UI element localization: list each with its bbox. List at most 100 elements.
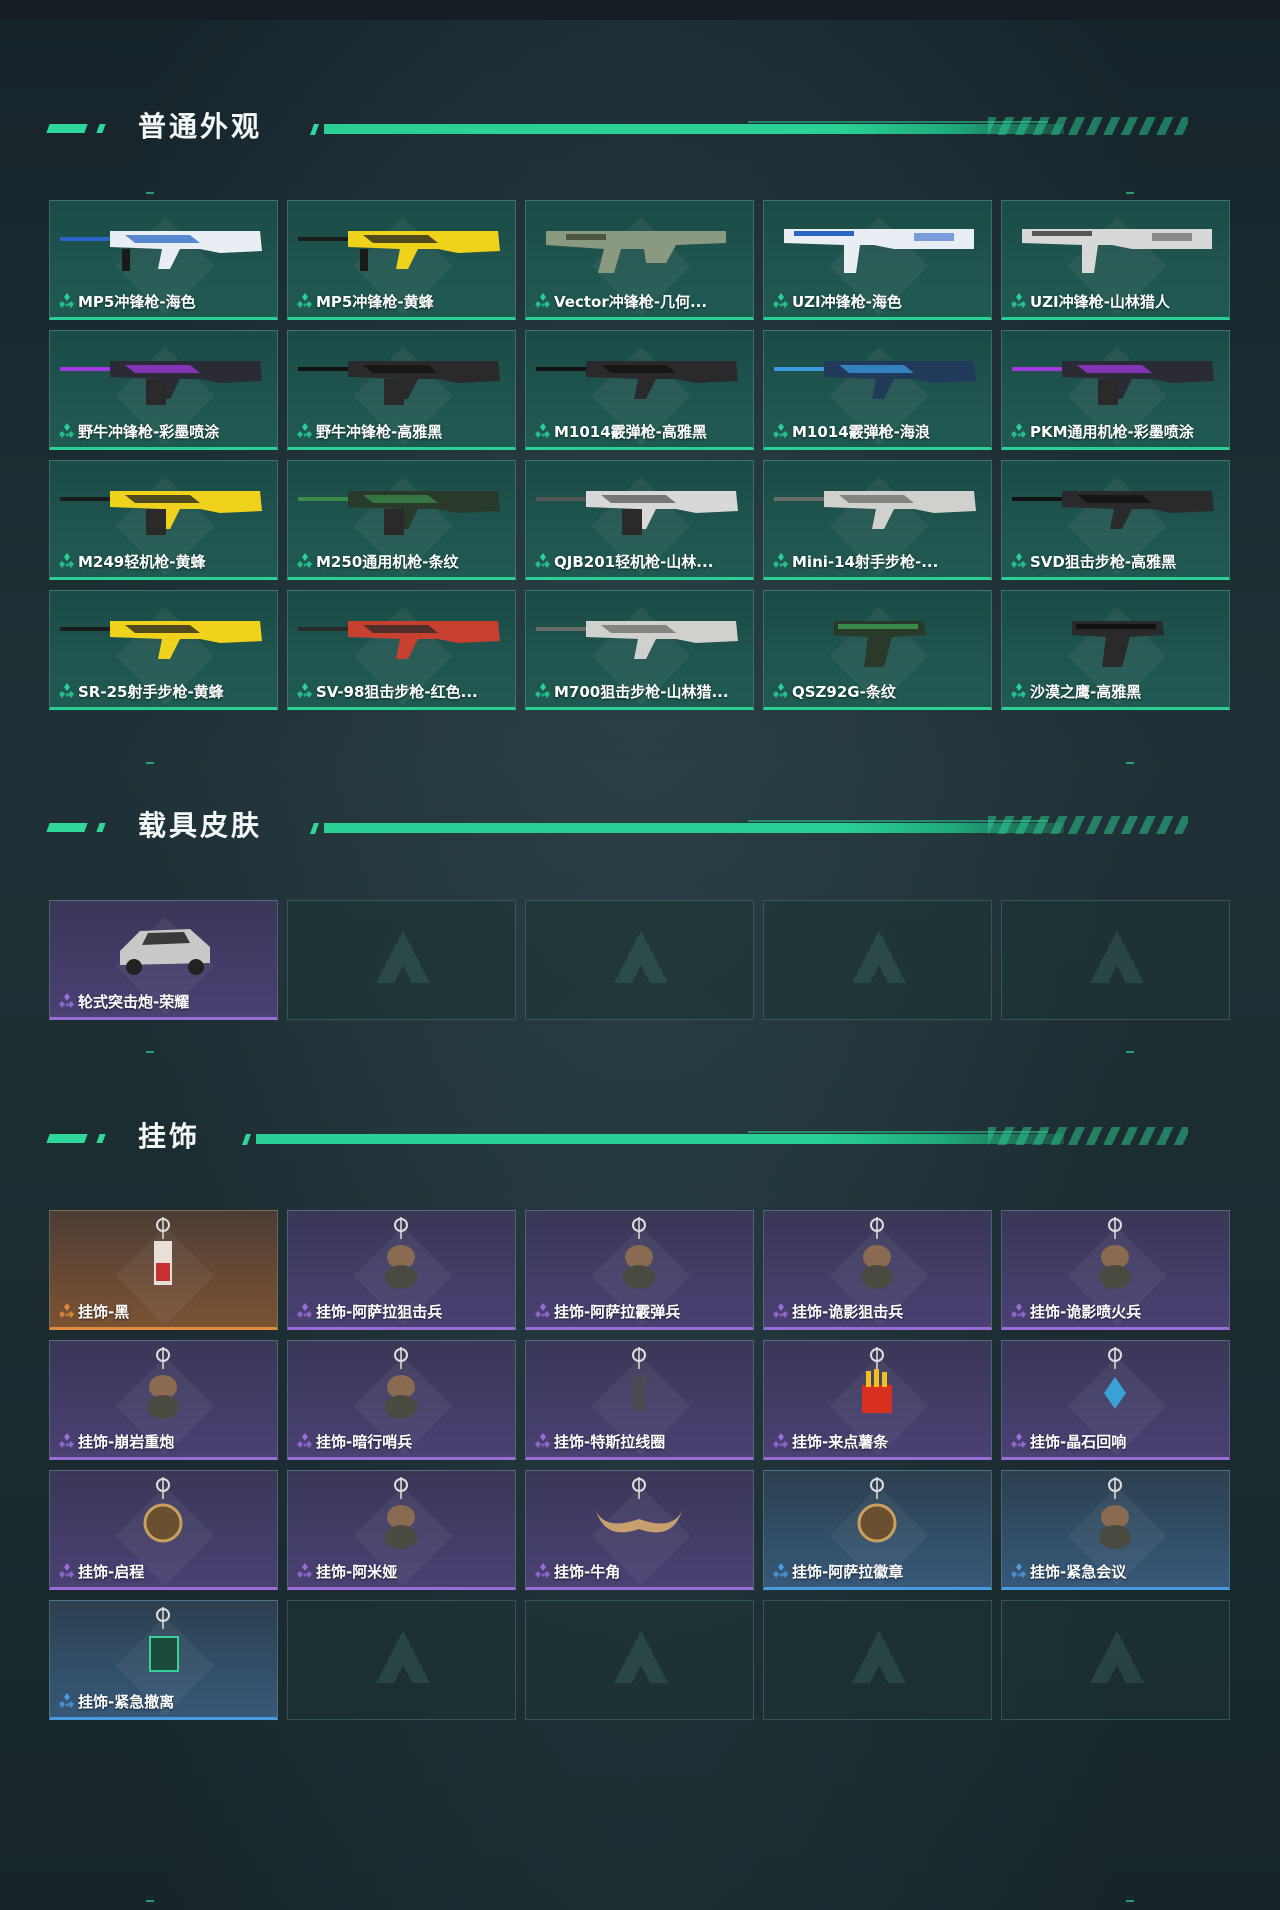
item-thumbnail <box>623 1217 655 1289</box>
header-line <box>324 124 1064 134</box>
header-deco <box>46 823 88 832</box>
skin-card[interactable]: 沙漠之鹰-高雅黑 <box>1001 590 1230 710</box>
skin-card[interactable]: UZI冲锋枪-海色 <box>763 200 992 320</box>
empty-slot <box>763 900 992 1020</box>
item-thumbnail <box>1012 491 1214 529</box>
vehicle-card[interactable]: 轮式突击炮-荣耀 <box>49 900 278 1020</box>
item-thumbnail <box>1072 621 1164 667</box>
skin-card[interactable]: QJB201轻机枪-山林... <box>525 460 754 580</box>
skin-card[interactable]: SVD狙击步枪-高雅黑 <box>1001 460 1230 580</box>
charm-card[interactable]: 挂饰-暗行哨兵 <box>287 1340 516 1460</box>
item-thumbnail <box>536 491 738 535</box>
charm-card[interactable]: 挂饰-特斯拉线圈 <box>525 1340 754 1460</box>
charm-card[interactable]: 挂饰-诡影喷火兵 <box>1001 1210 1230 1330</box>
card-label: 沙漠之鹰-高雅黑 <box>1030 682 1142 701</box>
skin-card[interactable]: Mini-14射手步枪-... <box>763 460 992 580</box>
charm-card[interactable]: 挂饰-阿萨拉霰弹兵 <box>525 1210 754 1330</box>
card-label-row: SVD狙击步枪-高雅黑 <box>1010 551 1176 571</box>
item-thumbnail <box>298 621 500 659</box>
charm-card[interactable]: 挂饰-晶石回响 <box>1001 1340 1230 1460</box>
charm-card[interactable]: 挂饰-启程 <box>49 1470 278 1590</box>
charm-card[interactable]: 挂饰-崩岩重炮 <box>49 1340 278 1460</box>
empty-slot <box>1001 1600 1230 1720</box>
card-label: UZI冲锋枪-海色 <box>792 292 902 311</box>
rarity-diamond-icon <box>773 683 788 698</box>
card-label-row: QSZ92G-条纹 <box>772 681 896 701</box>
skin-card[interactable]: 野牛冲锋枪-高雅黑 <box>287 330 516 450</box>
skin-card[interactable]: SR-25射手步枪-黄蜂 <box>49 590 278 710</box>
card-label: SV-98狙击步枪-红色... <box>316 682 478 701</box>
rarity-diamond-icon <box>59 1433 74 1448</box>
item-thumbnail <box>1099 1477 1131 1549</box>
empty-slot-logo-icon <box>376 931 430 983</box>
card-label-row: M1014霰弹枪-高雅黑 <box>534 421 707 441</box>
rarity-diamond-icon <box>773 1433 788 1448</box>
card-label: 挂饰-紧急撤离 <box>78 1692 175 1711</box>
card-label-row: 挂饰-阿萨拉狙击兵 <box>296 1301 442 1321</box>
rarity-diamond-icon <box>297 1303 312 1318</box>
card-label: 野牛冲锋枪-高雅黑 <box>316 422 443 441</box>
rarity-diamond-icon <box>1011 293 1026 308</box>
card-label: UZI冲锋枪-山林猎人 <box>1030 292 1170 311</box>
rarity-diamond-icon <box>1011 1303 1026 1318</box>
charm-card[interactable]: 挂饰-牛角 <box>525 1470 754 1590</box>
charm-card[interactable]: 挂饰-来点薯条 <box>763 1340 992 1460</box>
item-thumbnail <box>385 1477 417 1549</box>
item-thumbnail <box>1104 1347 1126 1409</box>
charm-card[interactable]: 挂饰-阿米娅 <box>287 1470 516 1590</box>
charm-card[interactable]: 挂饰-紧急会议 <box>1001 1470 1230 1590</box>
card-label: M1014霰弹枪-海浪 <box>792 422 930 441</box>
card-label-row: MP5冲锋枪-海色 <box>58 291 196 311</box>
skin-card[interactable]: M249轻机枪-黄蜂 <box>49 460 278 580</box>
card-label-row: Mini-14射手步枪-... <box>772 551 938 571</box>
section-header-skins: 普通外观 <box>46 107 1198 147</box>
card-label: PKM通用机枪-彩墨喷涂 <box>1030 422 1194 441</box>
top-bar <box>0 0 1280 20</box>
skin-card[interactable]: UZI冲锋枪-山林猎人 <box>1001 200 1230 320</box>
header-deco <box>46 1134 88 1143</box>
item-thumbnail <box>774 361 976 399</box>
charm-card[interactable]: 挂饰-诡影狙击兵 <box>763 1210 992 1330</box>
card-label: 挂饰-特斯拉线圈 <box>554 1432 666 1451</box>
skin-card[interactable]: MP5冲锋枪-黄蜂 <box>287 200 516 320</box>
skin-card[interactable]: QSZ92G-条纹 <box>763 590 992 710</box>
item-thumbnail <box>60 491 262 535</box>
rarity-diamond-icon <box>59 1563 74 1578</box>
skin-card[interactable]: M1014霰弹枪-海浪 <box>763 330 992 450</box>
rarity-diamond-icon <box>535 293 550 308</box>
header-deco <box>46 124 88 133</box>
rarity-diamond-icon <box>297 1433 312 1448</box>
card-label-row: 挂饰-阿萨拉徽章 <box>772 1561 903 1581</box>
item-thumbnail <box>298 491 500 535</box>
header-checker <box>988 1127 1188 1145</box>
skin-card[interactable]: Vector冲锋枪-几何... <box>525 200 754 320</box>
charm-card[interactable]: 挂饰-紧急撤离 <box>49 1600 278 1720</box>
item-thumbnail <box>1022 229 1212 273</box>
rarity-diamond-icon <box>773 1303 788 1318</box>
item-thumbnail <box>60 231 262 271</box>
skin-card[interactable]: 野牛冲锋枪-彩墨喷涂 <box>49 330 278 450</box>
skin-card[interactable]: SV-98狙击步枪-红色... <box>287 590 516 710</box>
card-label: 挂饰-崩岩重炮 <box>78 1432 175 1451</box>
skin-card[interactable]: M700狙击步枪-山林猎... <box>525 590 754 710</box>
skin-card[interactable]: MP5冲锋枪-海色 <box>49 200 278 320</box>
rarity-diamond-icon <box>1011 423 1026 438</box>
empty-slot-logo-icon <box>1090 1631 1144 1683</box>
card-label-row: UZI冲锋枪-山林猎人 <box>1010 291 1170 311</box>
card-label: 挂饰-晶石回响 <box>1030 1432 1127 1451</box>
card-label: SR-25射手步枪-黄蜂 <box>78 682 224 701</box>
section-title: 挂饰 <box>138 1120 201 1153</box>
item-thumbnail <box>536 361 738 399</box>
corner-tick <box>146 1051 154 1053</box>
empty-slot-logo-icon <box>614 931 668 983</box>
charm-card[interactable]: 挂饰-阿萨拉狙击兵 <box>287 1210 516 1330</box>
card-label: Mini-14射手步枪-... <box>792 552 939 571</box>
card-label: QSZ92G-条纹 <box>792 682 896 701</box>
skin-card[interactable]: PKM通用机枪-彩墨喷涂 <box>1001 330 1230 450</box>
charm-card[interactable]: 挂饰-黑 <box>49 1210 278 1330</box>
charm-card[interactable]: 挂饰-阿萨拉徽章 <box>763 1470 992 1590</box>
empty-slot <box>1001 900 1230 1020</box>
skin-card[interactable]: M1014霰弹枪-高雅黑 <box>525 330 754 450</box>
skin-card[interactable]: M250通用机枪-条纹 <box>287 460 516 580</box>
header-deco <box>309 823 320 834</box>
